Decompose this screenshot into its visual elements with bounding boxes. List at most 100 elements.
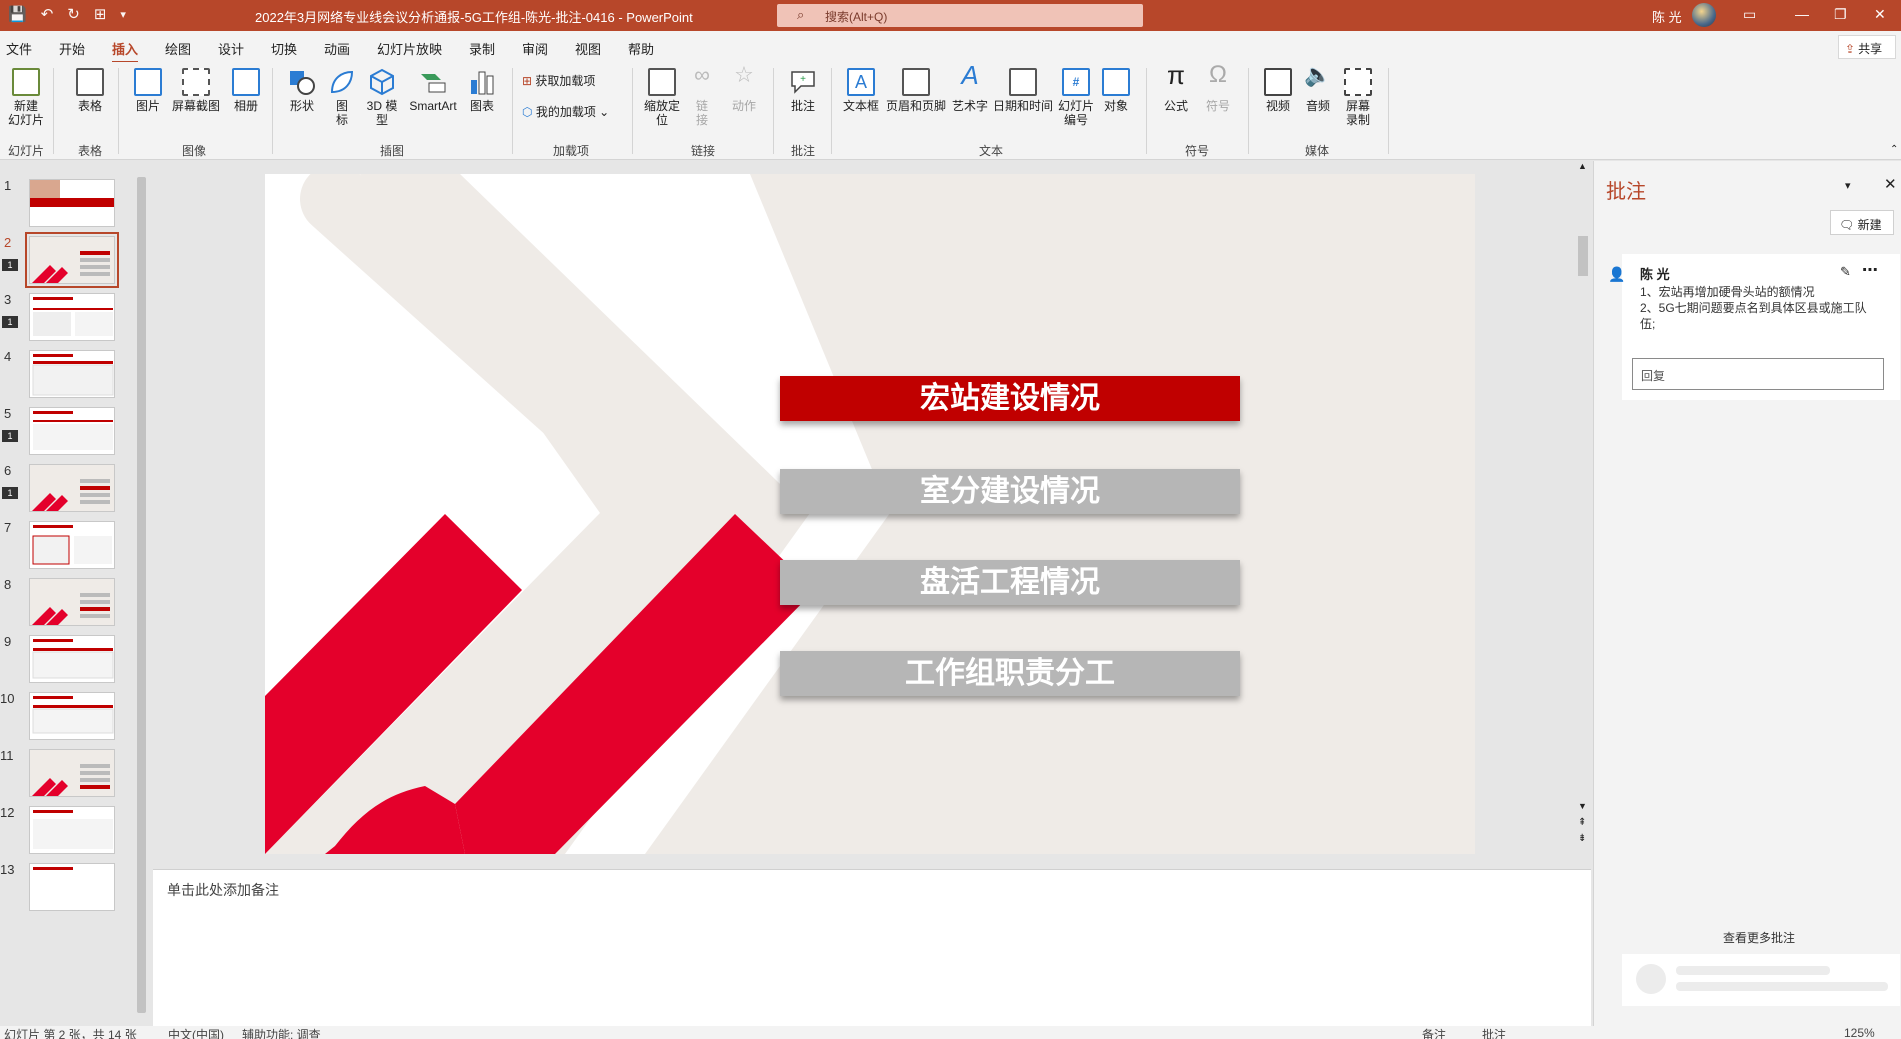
language-indicator[interactable]: 中文(中国) <box>168 1026 224 1039</box>
slide-thumbnail[interactable] <box>29 464 115 512</box>
comment-badge[interactable]: 1 <box>2 259 18 271</box>
minimize-icon[interactable]: — <box>1795 6 1809 22</box>
undo-icon[interactable]: ↶ <box>41 5 54 23</box>
edit-icon[interactable]: ✎ <box>1840 264 1851 280</box>
ribbon-display-icon[interactable]: ▭ <box>1743 6 1756 23</box>
datetime-button[interactable]: 日期和时间 <box>992 68 1054 113</box>
link-button[interactable]: ∞ 链 接 <box>688 62 716 128</box>
next-slide-icon[interactable]: ⇟ <box>1578 833 1586 844</box>
comment-badge[interactable]: 1 <box>2 430 18 442</box>
tab-help[interactable]: 帮助 <box>628 39 654 58</box>
slide-section-title[interactable]: 工作组职责分工 <box>780 651 1240 696</box>
slide-thumbnail[interactable] <box>29 578 115 626</box>
search-input[interactable]: ⌕ 搜索(Alt+Q) <box>777 4 1143 27</box>
icons-button[interactable]: 图 标 <box>326 68 358 127</box>
chart-button[interactable]: 图表 <box>462 68 502 113</box>
wordart-button[interactable]: A 艺术字 <box>950 62 990 113</box>
redo-icon[interactable]: ↻ <box>67 5 80 23</box>
slide-thumbnail[interactable] <box>29 692 115 740</box>
notes-toggle-button[interactable]: 备注 <box>1422 1026 1446 1039</box>
tab-insert[interactable]: 插入 <box>112 39 139 64</box>
share-button[interactable]: ⇪ 共享 <box>1838 35 1896 59</box>
present-icon[interactable]: ⊞ <box>94 5 107 23</box>
slide-section-title[interactable]: 宏站建设情况 <box>780 376 1240 421</box>
comment-thread[interactable]: 👤 陈 光 ✎ ⋯ 1、宏站再增加硬骨头站的额情况 2、5G七期问题要点名到具体… <box>1608 254 1900 400</box>
addin-icon: ⬡ <box>522 105 536 119</box>
symbol-button[interactable]: Ω 符号 <box>1198 63 1238 114</box>
header-footer-button[interactable]: 页眉和页脚 <box>884 68 948 113</box>
tab-slideshow[interactable]: 幻灯片放映 <box>377 39 442 58</box>
scroll-down-icon[interactable]: ▼ <box>1578 801 1587 811</box>
smartart-button[interactable]: SmartArt <box>406 68 460 113</box>
slide-scrollbar[interactable]: ▲ ▼ ⇞ ⇟ <box>1575 161 1591 866</box>
autosave-icon[interactable]: 💾 <box>8 5 27 23</box>
object-button[interactable]: 对象 <box>1098 68 1134 113</box>
notes-placeholder[interactable]: 单击此处添加备注 <box>167 880 279 900</box>
action-button[interactable]: ☆ 动作 <box>726 64 762 114</box>
tab-file[interactable]: 文件 <box>6 39 32 58</box>
comment-button[interactable]: + 批注 <box>783 68 823 113</box>
new-slide-button[interactable]: 新建 幻灯片 <box>4 68 48 127</box>
tab-transitions[interactable]: 切换 <box>271 39 297 58</box>
more-options-icon[interactable]: ⋯ <box>1862 260 1878 280</box>
slide-thumbnail[interactable] <box>25 232 119 288</box>
textbox-button[interactable]: A 文本框 <box>840 68 882 113</box>
slide-thumbnail[interactable] <box>29 179 115 227</box>
avatar[interactable] <box>1692 3 1716 27</box>
slide-number-button[interactable]: # 幻灯片 编号 <box>1056 68 1096 127</box>
my-addins-button[interactable]: ⬡ 我的加载项 ⌄ <box>522 105 622 119</box>
audio-button[interactable]: 🔈 音频 <box>1300 64 1336 114</box>
thumb-number: 12 <box>0 805 15 820</box>
equation-button[interactable]: π 公式 <box>1156 62 1196 113</box>
slide-section-title[interactable]: 盘活工程情况 <box>780 560 1240 605</box>
comment-badge[interactable]: 1 <box>2 487 18 499</box>
slide-thumbnail[interactable] <box>29 749 115 797</box>
screen-record-button[interactable]: 屏幕 录制 <box>1338 68 1378 127</box>
zoom-level[interactable]: 125% <box>1844 1026 1875 1039</box>
thumb-number: 2 <box>4 235 12 250</box>
shapes-button[interactable]: 形状 <box>282 68 322 113</box>
tab-design[interactable]: 设计 <box>218 39 244 58</box>
slide-thumbnail[interactable] <box>29 521 115 569</box>
slide-thumbnail[interactable] <box>29 407 115 455</box>
reply-input[interactable]: 回复 <box>1632 358 1884 390</box>
tab-animations[interactable]: 动画 <box>324 39 350 58</box>
tab-home[interactable]: 开始 <box>59 39 85 58</box>
slide-thumbnail[interactable] <box>29 293 115 341</box>
video-button[interactable]: 视频 <box>1258 68 1298 113</box>
slide-section-title[interactable]: 室分建设情况 <box>780 469 1240 514</box>
picture-button[interactable]: 图片 <box>128 68 168 113</box>
collapse-ribbon-icon[interactable]: ⌃ <box>1890 144 1898 155</box>
new-comment-button[interactable]: 🗨 新建 <box>1830 210 1894 235</box>
user-name[interactable]: 陈 光 <box>1652 7 1682 26</box>
notes-pane[interactable]: 单击此处添加备注 <box>153 869 1591 1026</box>
tab-review[interactable]: 审阅 <box>522 39 548 58</box>
tab-view[interactable]: 视图 <box>575 39 601 58</box>
accessibility-indicator[interactable]: 辅助功能: 调查 <box>242 1026 321 1039</box>
3d-models-button[interactable]: 3D 模 型 <box>362 68 402 127</box>
slide-thumbnail[interactable] <box>29 806 115 854</box>
link-icon: ∞ <box>694 62 710 87</box>
comments-toggle-button[interactable]: 批注 <box>1482 1026 1506 1039</box>
table-button[interactable]: 表格 <box>70 68 110 113</box>
close-icon[interactable]: ✕ <box>1874 6 1886 23</box>
previous-slide-icon[interactable]: ⇞ <box>1578 817 1586 828</box>
get-addins-button[interactable]: ⊞ 获取加载项 <box>522 74 618 88</box>
slide-thumbnail[interactable] <box>29 635 115 683</box>
slide-thumbnail[interactable] <box>29 863 115 911</box>
restore-icon[interactable]: ❐ <box>1834 6 1847 23</box>
view-more-comments-link[interactable]: 查看更多批注 <box>1723 929 1795 946</box>
album-button[interactable]: 相册 <box>226 68 266 113</box>
customize-qat-icon[interactable]: ▾ <box>120 5 126 23</box>
thumbnails-scrollbar[interactable] <box>134 161 149 1026</box>
close-pane-icon[interactable]: ✕ <box>1884 175 1897 193</box>
current-slide[interactable]: 宏站建设情况 室分建设情况 盘活工程情况 工作组职责分工 <box>265 174 1475 854</box>
tab-record[interactable]: 录制 <box>469 39 495 58</box>
comment-badge[interactable]: 1 <box>2 316 18 328</box>
screenshot-button[interactable]: 屏幕截图 <box>168 68 224 113</box>
pane-options-icon[interactable]: ▾ <box>1845 179 1851 192</box>
slide-thumbnail[interactable] <box>29 350 115 398</box>
tab-draw[interactable]: 绘图 <box>165 39 191 58</box>
scroll-up-icon[interactable]: ▲ <box>1578 161 1587 171</box>
zoom-button[interactable]: 缩放定 位 <box>640 68 684 127</box>
